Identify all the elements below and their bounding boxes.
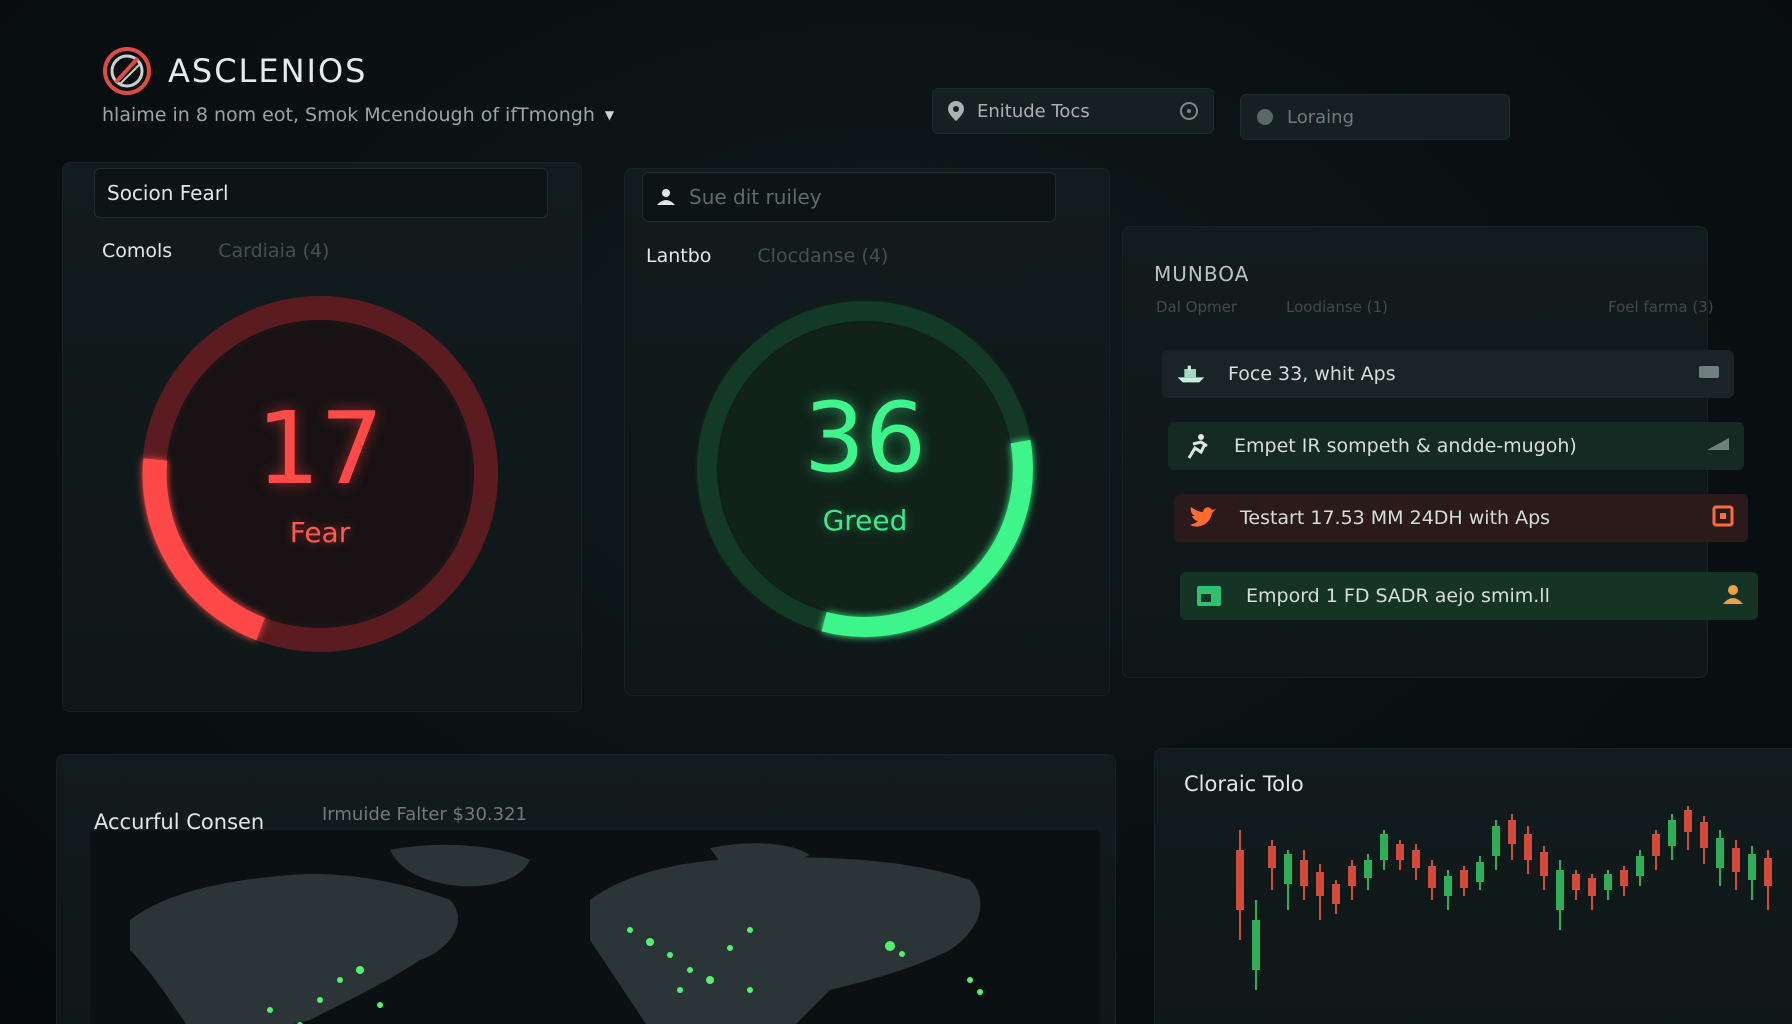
location-field-text: Enitude Tocs <box>977 100 1090 122</box>
flag-icon[interactable] <box>1706 436 1730 457</box>
greed-tab-lantbo[interactable]: Lantbo <box>646 245 711 267</box>
flag-icon[interactable] <box>1698 364 1720 385</box>
greed-search-placeholder: Sue dit ruiley <box>689 185 822 209</box>
feed-title: MUNBOA <box>1154 262 1250 286</box>
subtitle-dropdown[interactable]: hlaime in 8 nom eot, Smok Mcendough of i… <box>102 104 614 126</box>
feed-subtab-1[interactable]: Dal Opmer <box>1156 298 1237 316</box>
world-map[interactable] <box>90 830 1100 1024</box>
fear-tab-comols[interactable]: Comols <box>102 240 172 262</box>
greed-tab-clocdanse[interactable]: Clocdanse (4) <box>757 245 888 267</box>
feed-item-text: Foce 33, whit Aps <box>1228 363 1396 385</box>
brand-name: ASCLENIOS <box>168 52 368 90</box>
brand: ASCLENIOS <box>100 44 367 98</box>
greed-value: 36 <box>803 382 927 494</box>
user-icon[interactable] <box>1722 584 1744 609</box>
feed-item-text: Empord 1 FD SADR aejo smim.ll <box>1246 585 1550 607</box>
calendar-icon[interactable] <box>1712 505 1734 532</box>
brand-logo-icon <box>103 47 151 95</box>
fear-label: Fear <box>289 516 351 549</box>
feed-item[interactable]: Foce 33, whit Aps <box>1162 350 1734 398</box>
user-icon <box>657 189 675 205</box>
subtitle-text: hlaime in 8 nom eot, Smok Mcendough of i… <box>102 104 595 126</box>
loading-field-text: Loraing <box>1287 106 1354 128</box>
fear-search-input[interactable]: Socion Fearl <box>94 168 548 218</box>
loading-field[interactable]: Loraing <box>1240 94 1510 140</box>
map-meta: Irmuide Falter $30.321 <box>322 804 527 825</box>
ship-icon <box>1176 359 1206 389</box>
fear-value: 17 <box>256 390 384 507</box>
candlestick-chart[interactable] <box>1180 790 1792 1024</box>
globe-icon <box>1257 109 1273 125</box>
runner-icon <box>1182 431 1212 461</box>
feed-item[interactable]: Testart 17.53 MM 24DH with Aps <box>1174 494 1748 542</box>
feed-item-text: Empet IR sompeth & andde-mugoh) <box>1234 435 1577 457</box>
location-pin-icon <box>948 101 964 121</box>
greed-search-input[interactable]: Sue dit ruiley <box>642 172 1056 222</box>
fear-tab-cardiaia[interactable]: Cardiaia (4) <box>218 240 329 262</box>
fear-gauge: 17 Fear <box>130 284 510 664</box>
terminal-icon <box>1194 581 1224 611</box>
info-icon[interactable] <box>1179 101 1199 121</box>
feed-item-text: Testart 17.53 MM 24DH with Aps <box>1240 507 1551 529</box>
feed-subtab-2[interactable]: Loodianse (1) <box>1286 298 1388 316</box>
candlestick-graphic <box>1236 806 1772 990</box>
fear-search-value: Socion Fearl <box>107 181 229 205</box>
location-field[interactable]: Enitude Tocs <box>932 88 1214 134</box>
chevron-down-icon: ▼ <box>604 108 615 122</box>
fear-tabs: Comols Cardiaia (4) <box>102 240 329 262</box>
greed-tabs: Lantbo Clocdanse (4) <box>646 245 888 267</box>
twitter-icon <box>1188 503 1218 533</box>
greed-gauge: 36 Greed <box>684 288 1046 650</box>
greed-label: Greed <box>822 504 908 537</box>
world-map-graphic <box>130 843 983 1024</box>
feed-item[interactable]: Empet IR sompeth & andde-mugoh) <box>1168 422 1744 470</box>
feed-subtab-3[interactable]: Foel farma (3) <box>1608 298 1714 316</box>
feed-item[interactable]: Empord 1 FD SADR aejo smim.ll <box>1180 572 1758 620</box>
